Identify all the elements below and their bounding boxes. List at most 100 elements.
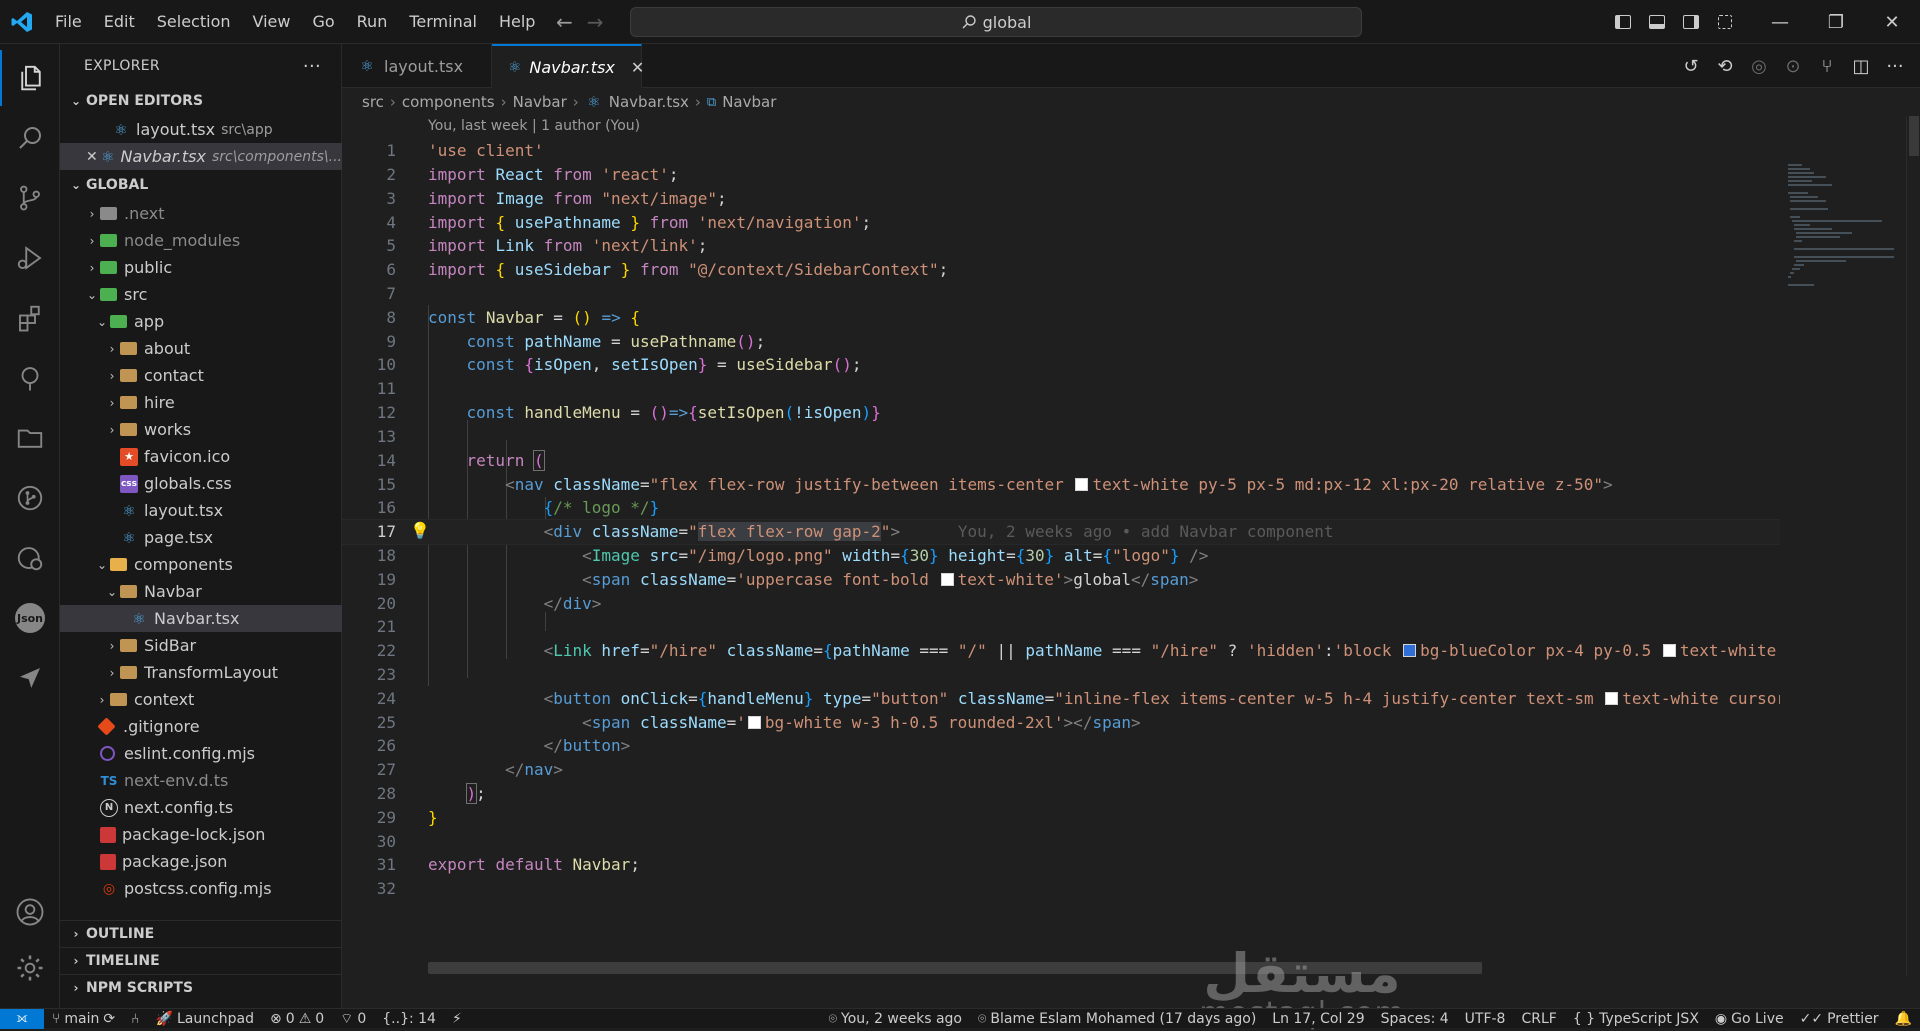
menu-file[interactable]: File xyxy=(44,0,93,44)
color-swatch[interactable] xyxy=(747,716,761,729)
vertical-scrollbar[interactable] xyxy=(1906,116,1920,976)
close-editor-icon[interactable]: ✕ xyxy=(86,149,101,165)
toggle-primary-sidebar-icon[interactable] xyxy=(1606,0,1640,44)
tree-icon[interactable] xyxy=(0,350,60,406)
git-graph-status-icon[interactable]: ⑃ xyxy=(123,1011,147,1027)
folder-icon[interactable] xyxy=(0,410,60,466)
blame-author-status[interactable]: ⌾ Blame Eslam Mohamed (17 days ago) xyxy=(970,1011,1264,1027)
npm-scripts-header[interactable]: › NPM SCRIPTS xyxy=(60,974,342,1000)
tree-file-eslint[interactable]: eslint.config.mjs xyxy=(60,740,342,767)
extensions-icon[interactable] xyxy=(0,290,60,346)
tree-folder-next[interactable]: › .next xyxy=(60,200,342,227)
tree-folder-context[interactable]: › context xyxy=(60,686,342,713)
tree-file-postcss[interactable]: ◎ postcss.config.mjs xyxy=(60,875,342,902)
breadcrumb-navbar-symbol[interactable]: Navbar xyxy=(722,93,776,111)
blame-status[interactable]: ⌾ You, 2 weeks ago xyxy=(821,1011,970,1027)
end-of-line[interactable]: CRLF xyxy=(1513,1011,1564,1027)
tab-navbar[interactable]: ⚛ Navbar.tsx ✕ xyxy=(492,44,644,88)
tree-folder-navbar[interactable]: ⌄ Navbar xyxy=(60,578,342,605)
menu-help[interactable]: Help xyxy=(488,0,546,44)
tree-file-globals-css[interactable]: css globals.css xyxy=(60,470,342,497)
remote-icon[interactable] xyxy=(0,530,60,586)
lightning-icon[interactable]: ⚡ xyxy=(444,1011,470,1027)
open-editor-navbar[interactable]: ✕ ⚛ Navbar.tsx src\components\... xyxy=(60,143,342,170)
language-mode[interactable]: { } TypeScript JSX xyxy=(1565,1011,1707,1027)
tree-file-next-config[interactable]: Nnext.config.ts xyxy=(60,794,342,821)
tree-folder-sidbar[interactable]: › SidBar xyxy=(60,632,342,659)
breadcrumb-components[interactable]: components xyxy=(402,93,495,111)
tab-layout[interactable]: ⚛ layout.tsx xyxy=(342,44,492,88)
close-tab-icon[interactable]: ✕ xyxy=(631,58,644,77)
timeline-header[interactable]: › TIMELINE xyxy=(60,947,342,973)
minimap[interactable] xyxy=(1780,116,1898,976)
breadcrumb-src[interactable]: src xyxy=(362,93,384,111)
branch-status[interactable]: ⑂ main ⟳ xyxy=(44,1011,123,1027)
workspace-header[interactable]: ⌄ GLOBAL xyxy=(60,172,342,198)
toggle-panel-icon[interactable] xyxy=(1640,0,1674,44)
color-swatch[interactable] xyxy=(1605,692,1619,705)
arrow-left-icon[interactable]: ← xyxy=(556,10,573,34)
timeline-history-icon[interactable]: ↺ xyxy=(1676,51,1706,81)
ports-status[interactable]: ⌔ 0 xyxy=(332,1010,374,1028)
tree-folder-about[interactable]: › about xyxy=(60,335,342,362)
problems-status[interactable]: ⊗ 0 ⚠ 0 xyxy=(262,1011,332,1027)
color-swatch[interactable] xyxy=(1662,644,1676,657)
tree-folder-app[interactable]: ⌄ app xyxy=(60,308,342,335)
notifications-bell-icon[interactable]: 🔔 xyxy=(1887,1011,1920,1027)
cursor-position[interactable]: Ln 17, Col 29 xyxy=(1264,1011,1372,1027)
tree-folder-works[interactable]: › works xyxy=(60,416,342,443)
source-control-icon[interactable] xyxy=(0,170,60,226)
tree-file-navbar-tsx[interactable]: ⚛ Navbar.tsx xyxy=(60,605,342,632)
split-editor-icon[interactable]: ◫ xyxy=(1846,51,1876,81)
encoding[interactable]: UTF-8 xyxy=(1457,1011,1514,1027)
color-swatch[interactable] xyxy=(1403,644,1417,657)
lightbulb-icon[interactable]: 💡 xyxy=(410,521,430,540)
braces-status[interactable]: {..}: 14 xyxy=(374,1011,444,1027)
toggle-secondary-sidebar-icon[interactable] xyxy=(1674,0,1708,44)
tree-folder-transformlayout[interactable]: › TransformLayout xyxy=(60,659,342,686)
tree-folder-hire[interactable]: › hire xyxy=(60,389,342,416)
menu-go[interactable]: Go xyxy=(301,0,345,44)
git-graph-icon[interactable] xyxy=(0,470,60,526)
breadcrumb-navbar-file[interactable]: Navbar.tsx xyxy=(609,93,689,111)
arrow-right-icon[interactable]: → xyxy=(587,10,604,34)
code-editor[interactable]: You, last week | 1 author (You) 1'use cl… xyxy=(341,116,1786,976)
tree-file-package-lock[interactable]: package-lock.json xyxy=(60,821,342,848)
minimize-icon[interactable]: — xyxy=(1752,0,1808,44)
remote-indicator-icon[interactable]: ⟗ xyxy=(0,1008,44,1029)
tree-folder-contact[interactable]: › contact xyxy=(60,362,342,389)
customize-layout-icon[interactable] xyxy=(1708,0,1742,44)
tree-folder-node-modules[interactable]: › node_modules xyxy=(60,227,342,254)
explorer-icon[interactable] xyxy=(0,50,60,106)
more-actions-icon[interactable]: ··· xyxy=(1880,51,1910,81)
json-icon[interactable]: Json xyxy=(0,590,60,646)
tree-folder-src[interactable]: ⌄ src xyxy=(60,281,342,308)
next-change-icon[interactable]: ⊙ xyxy=(1778,51,1808,81)
open-editor-layout[interactable]: ⚛ layout.tsx src\app xyxy=(60,116,342,143)
tree-file-package-json[interactable]: package.json xyxy=(60,848,342,875)
command-center-search[interactable]: global xyxy=(630,7,1362,37)
blame-codelens[interactable]: You, last week | 1 author (You) xyxy=(428,118,640,134)
launchpad-status[interactable]: 🚀 Launchpad xyxy=(148,1011,263,1027)
tree-folder-public[interactable]: › public xyxy=(60,254,342,281)
more-actions-icon[interactable]: ··· xyxy=(303,56,321,77)
open-editors-header[interactable]: ⌄ OPEN EDITORS xyxy=(60,88,342,114)
settings-gear-icon[interactable] xyxy=(0,940,60,996)
color-swatch[interactable] xyxy=(1075,478,1089,491)
breadcrumb-navbar-folder[interactable]: Navbar xyxy=(513,93,567,111)
menu-run[interactable]: Run xyxy=(346,0,399,44)
menu-edit[interactable]: Edit xyxy=(93,0,146,44)
menu-view[interactable]: View xyxy=(242,0,302,44)
inline-blame[interactable]: You, 2 weeks ago • add Navbar component xyxy=(958,522,1334,541)
tree-file-page[interactable]: ⚛ page.tsx xyxy=(60,524,342,551)
indentation[interactable]: Spaces: 4 xyxy=(1373,1011,1457,1027)
outline-header[interactable]: › OUTLINE xyxy=(60,920,342,946)
tree-file-gitignore[interactable]: .gitignore xyxy=(60,713,342,740)
tree-file-next-env[interactable]: TS next-env.d.ts xyxy=(60,767,342,794)
open-changes-icon[interactable]: ⟲ xyxy=(1710,51,1740,81)
go-live-status[interactable]: ◉ Go Live xyxy=(1707,1011,1792,1027)
restore-icon[interactable]: ❐ xyxy=(1808,0,1864,44)
color-swatch[interactable] xyxy=(940,573,954,586)
tree-file-favicon[interactable]: ★ favicon.ico xyxy=(60,443,342,470)
scrollbar-thumb[interactable] xyxy=(1909,116,1919,156)
